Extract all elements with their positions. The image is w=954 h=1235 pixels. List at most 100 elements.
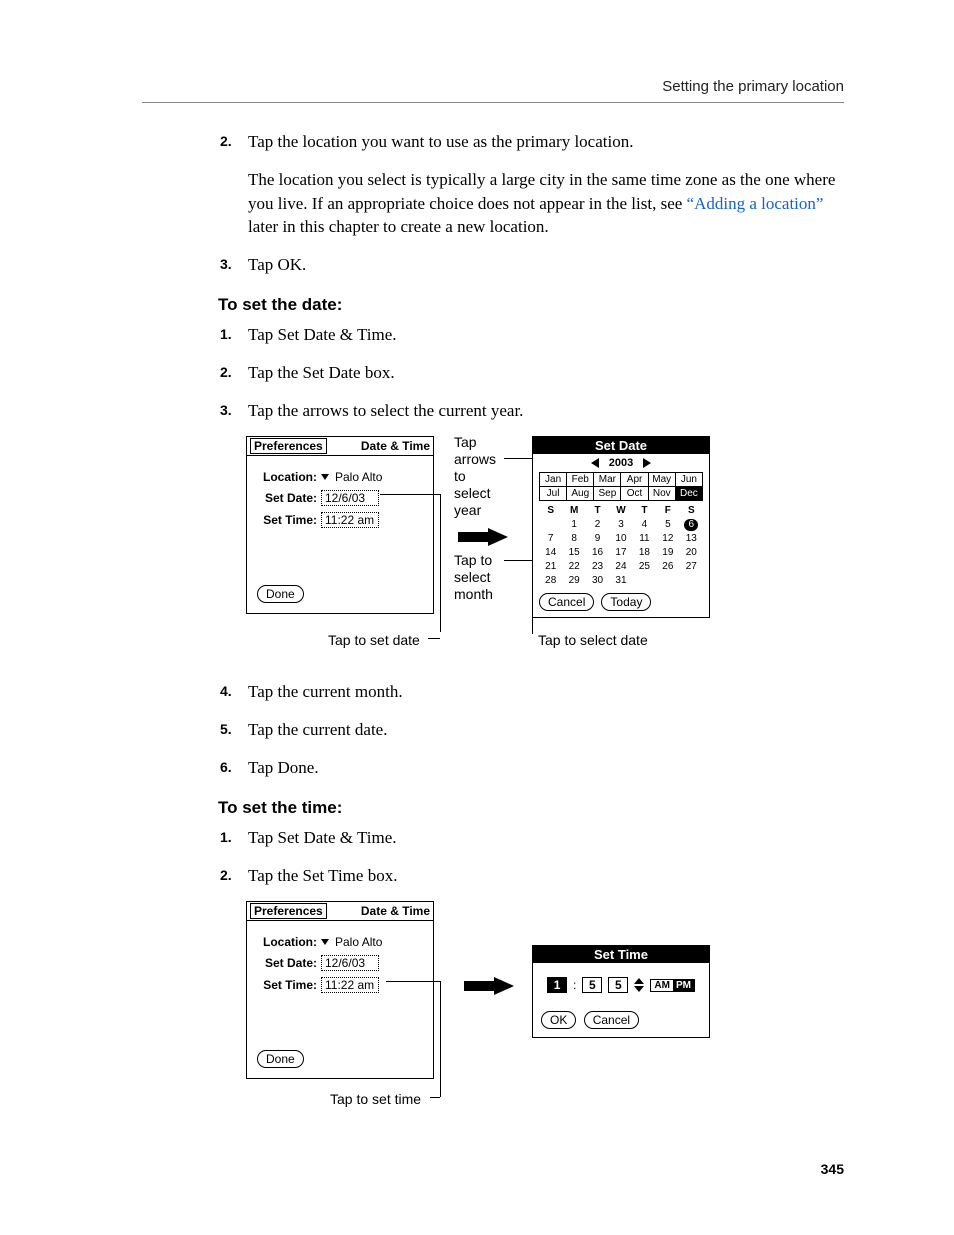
day-cell[interactable]: 31 [609, 575, 632, 587]
time-spinner[interactable] [634, 978, 644, 992]
day-cell[interactable]: 1 [562, 519, 585, 531]
settime-panel: Set Time 1 : 5 5 AM PM OK [532, 945, 710, 1038]
dropdown-icon[interactable] [321, 939, 329, 945]
day-cell[interactable]: 14 [539, 547, 562, 559]
dow-header: T [586, 505, 609, 517]
colon: : [573, 978, 576, 992]
panel-category[interactable]: Date & Time [361, 904, 430, 918]
day-cell[interactable]: 29 [562, 575, 585, 587]
step-text: The location you select is typically a l… [248, 168, 844, 239]
step-number: 1. [220, 325, 232, 345]
cancel-button[interactable]: Cancel [539, 593, 594, 611]
step-text: Tap Set Date & Time. [248, 323, 844, 347]
day-cell[interactable]: 20 [680, 547, 703, 559]
done-button[interactable]: Done [257, 1050, 304, 1068]
day-cell[interactable]: 13 [680, 533, 703, 545]
day-cell[interactable]: 4 [633, 519, 656, 531]
figure-set-date: Preferences Date & Time Location: Palo A… [246, 436, 844, 646]
month-cell[interactable]: Jan [540, 473, 567, 487]
day-cell[interactable]: 5 [656, 519, 679, 531]
day-cell[interactable]: 7 [539, 533, 562, 545]
day-cell[interactable]: 10 [609, 533, 632, 545]
year-label: 2003 [609, 457, 633, 469]
step-number: 1. [220, 828, 232, 848]
month-cell[interactable]: Nov [649, 487, 676, 501]
min-ones-box[interactable]: 5 [608, 977, 628, 993]
value-location[interactable]: Palo Alto [335, 935, 382, 949]
day-cell[interactable]: 22 [562, 561, 585, 573]
dropdown-icon[interactable] [321, 474, 329, 480]
day-cell[interactable]: 16 [586, 547, 609, 559]
link-adding-location[interactable]: “Adding a location” [687, 194, 824, 213]
value-location[interactable]: Palo Alto [335, 470, 382, 484]
label-location: Location: [255, 935, 317, 949]
month-cell[interactable]: Sep [594, 487, 621, 501]
day-cell[interactable]: 27 [680, 561, 703, 573]
ampm-toggle[interactable]: AM PM [650, 979, 695, 992]
day-cell[interactable]: 6 [680, 519, 703, 531]
day-cell [633, 575, 656, 587]
paragraph-part: later in this chapter to create a new lo… [248, 217, 549, 236]
pm-option[interactable]: PM [673, 980, 694, 991]
day-cell[interactable]: 30 [586, 575, 609, 587]
settime-box[interactable]: 11:22 am [321, 977, 379, 993]
month-cell[interactable]: Aug [567, 487, 594, 501]
setdate-box[interactable]: 12/6/03 [321, 490, 379, 506]
day-cell[interactable]: 9 [586, 533, 609, 545]
month-cell[interactable]: Jun [676, 473, 703, 487]
arrow-icon [458, 528, 508, 546]
dow-header: W [609, 505, 632, 517]
day-cell[interactable]: 2 [586, 519, 609, 531]
step-text: Tap Done. [248, 756, 844, 780]
label-setdate: Set Date: [255, 956, 317, 970]
day-cell[interactable]: 28 [539, 575, 562, 587]
day-cell[interactable]: 17 [609, 547, 632, 559]
today-button[interactable]: Today [601, 593, 651, 611]
step-number: 5. [220, 720, 232, 740]
dow-header: S [680, 505, 703, 517]
settime-box[interactable]: 11:22 am [321, 512, 379, 528]
month-cell[interactable]: Apr [621, 473, 648, 487]
step-text: Tap the current month. [248, 680, 844, 704]
label-settime: Set Time: [255, 513, 317, 527]
min-tens-box[interactable]: 5 [582, 977, 602, 993]
cancel-button[interactable]: Cancel [584, 1011, 639, 1029]
step-number: 2. [220, 866, 232, 886]
next-year-arrow-icon[interactable] [643, 458, 651, 468]
panel-category[interactable]: Date & Time [361, 439, 430, 453]
done-button[interactable]: Done [257, 585, 304, 603]
month-cell[interactable]: Oct [621, 487, 648, 501]
day-cell[interactable]: 18 [633, 547, 656, 559]
ok-button[interactable]: OK [541, 1011, 576, 1029]
steps-set-date: 1.Tap Set Date & Time. 2.Tap the Set Dat… [220, 323, 844, 422]
month-cell[interactable]: Feb [567, 473, 594, 487]
day-cell[interactable]: 3 [609, 519, 632, 531]
step-text: Tap the Set Date box. [248, 361, 844, 385]
hour-box[interactable]: 1 [547, 977, 567, 993]
month-cell[interactable]: Jul [540, 487, 567, 501]
month-cell[interactable]: Dec [676, 487, 703, 501]
day-cell[interactable]: 8 [562, 533, 585, 545]
callout-tap-month: Tap to select month [454, 552, 493, 602]
day-cell[interactable]: 25 [633, 561, 656, 573]
setdate-box[interactable]: 12/6/03 [321, 955, 379, 971]
setdate-panel: Set Date 2003 JanFebMarAprMayJunJulAugSe… [532, 436, 710, 618]
am-option[interactable]: AM [651, 980, 673, 991]
spinner-up-icon[interactable] [634, 978, 644, 984]
day-cell[interactable]: 24 [609, 561, 632, 573]
month-cell[interactable]: Mar [594, 473, 621, 487]
day-cell[interactable]: 21 [539, 561, 562, 573]
day-cell[interactable]: 15 [562, 547, 585, 559]
day-cell[interactable]: 12 [656, 533, 679, 545]
month-cell[interactable]: May [649, 473, 676, 487]
heading-set-date: To set the date: [218, 295, 844, 315]
panel-title: Preferences [250, 903, 327, 919]
steps-set-date-cont: 4.Tap the current month. 5.Tap the curre… [220, 680, 844, 779]
day-cell[interactable]: 19 [656, 547, 679, 559]
spinner-down-icon[interactable] [634, 986, 644, 992]
day-cell[interactable]: 26 [656, 561, 679, 573]
day-cell[interactable]: 11 [633, 533, 656, 545]
prev-year-arrow-icon[interactable] [591, 458, 599, 468]
day-cell[interactable]: 23 [586, 561, 609, 573]
heading-set-time: To set the time: [218, 798, 844, 818]
